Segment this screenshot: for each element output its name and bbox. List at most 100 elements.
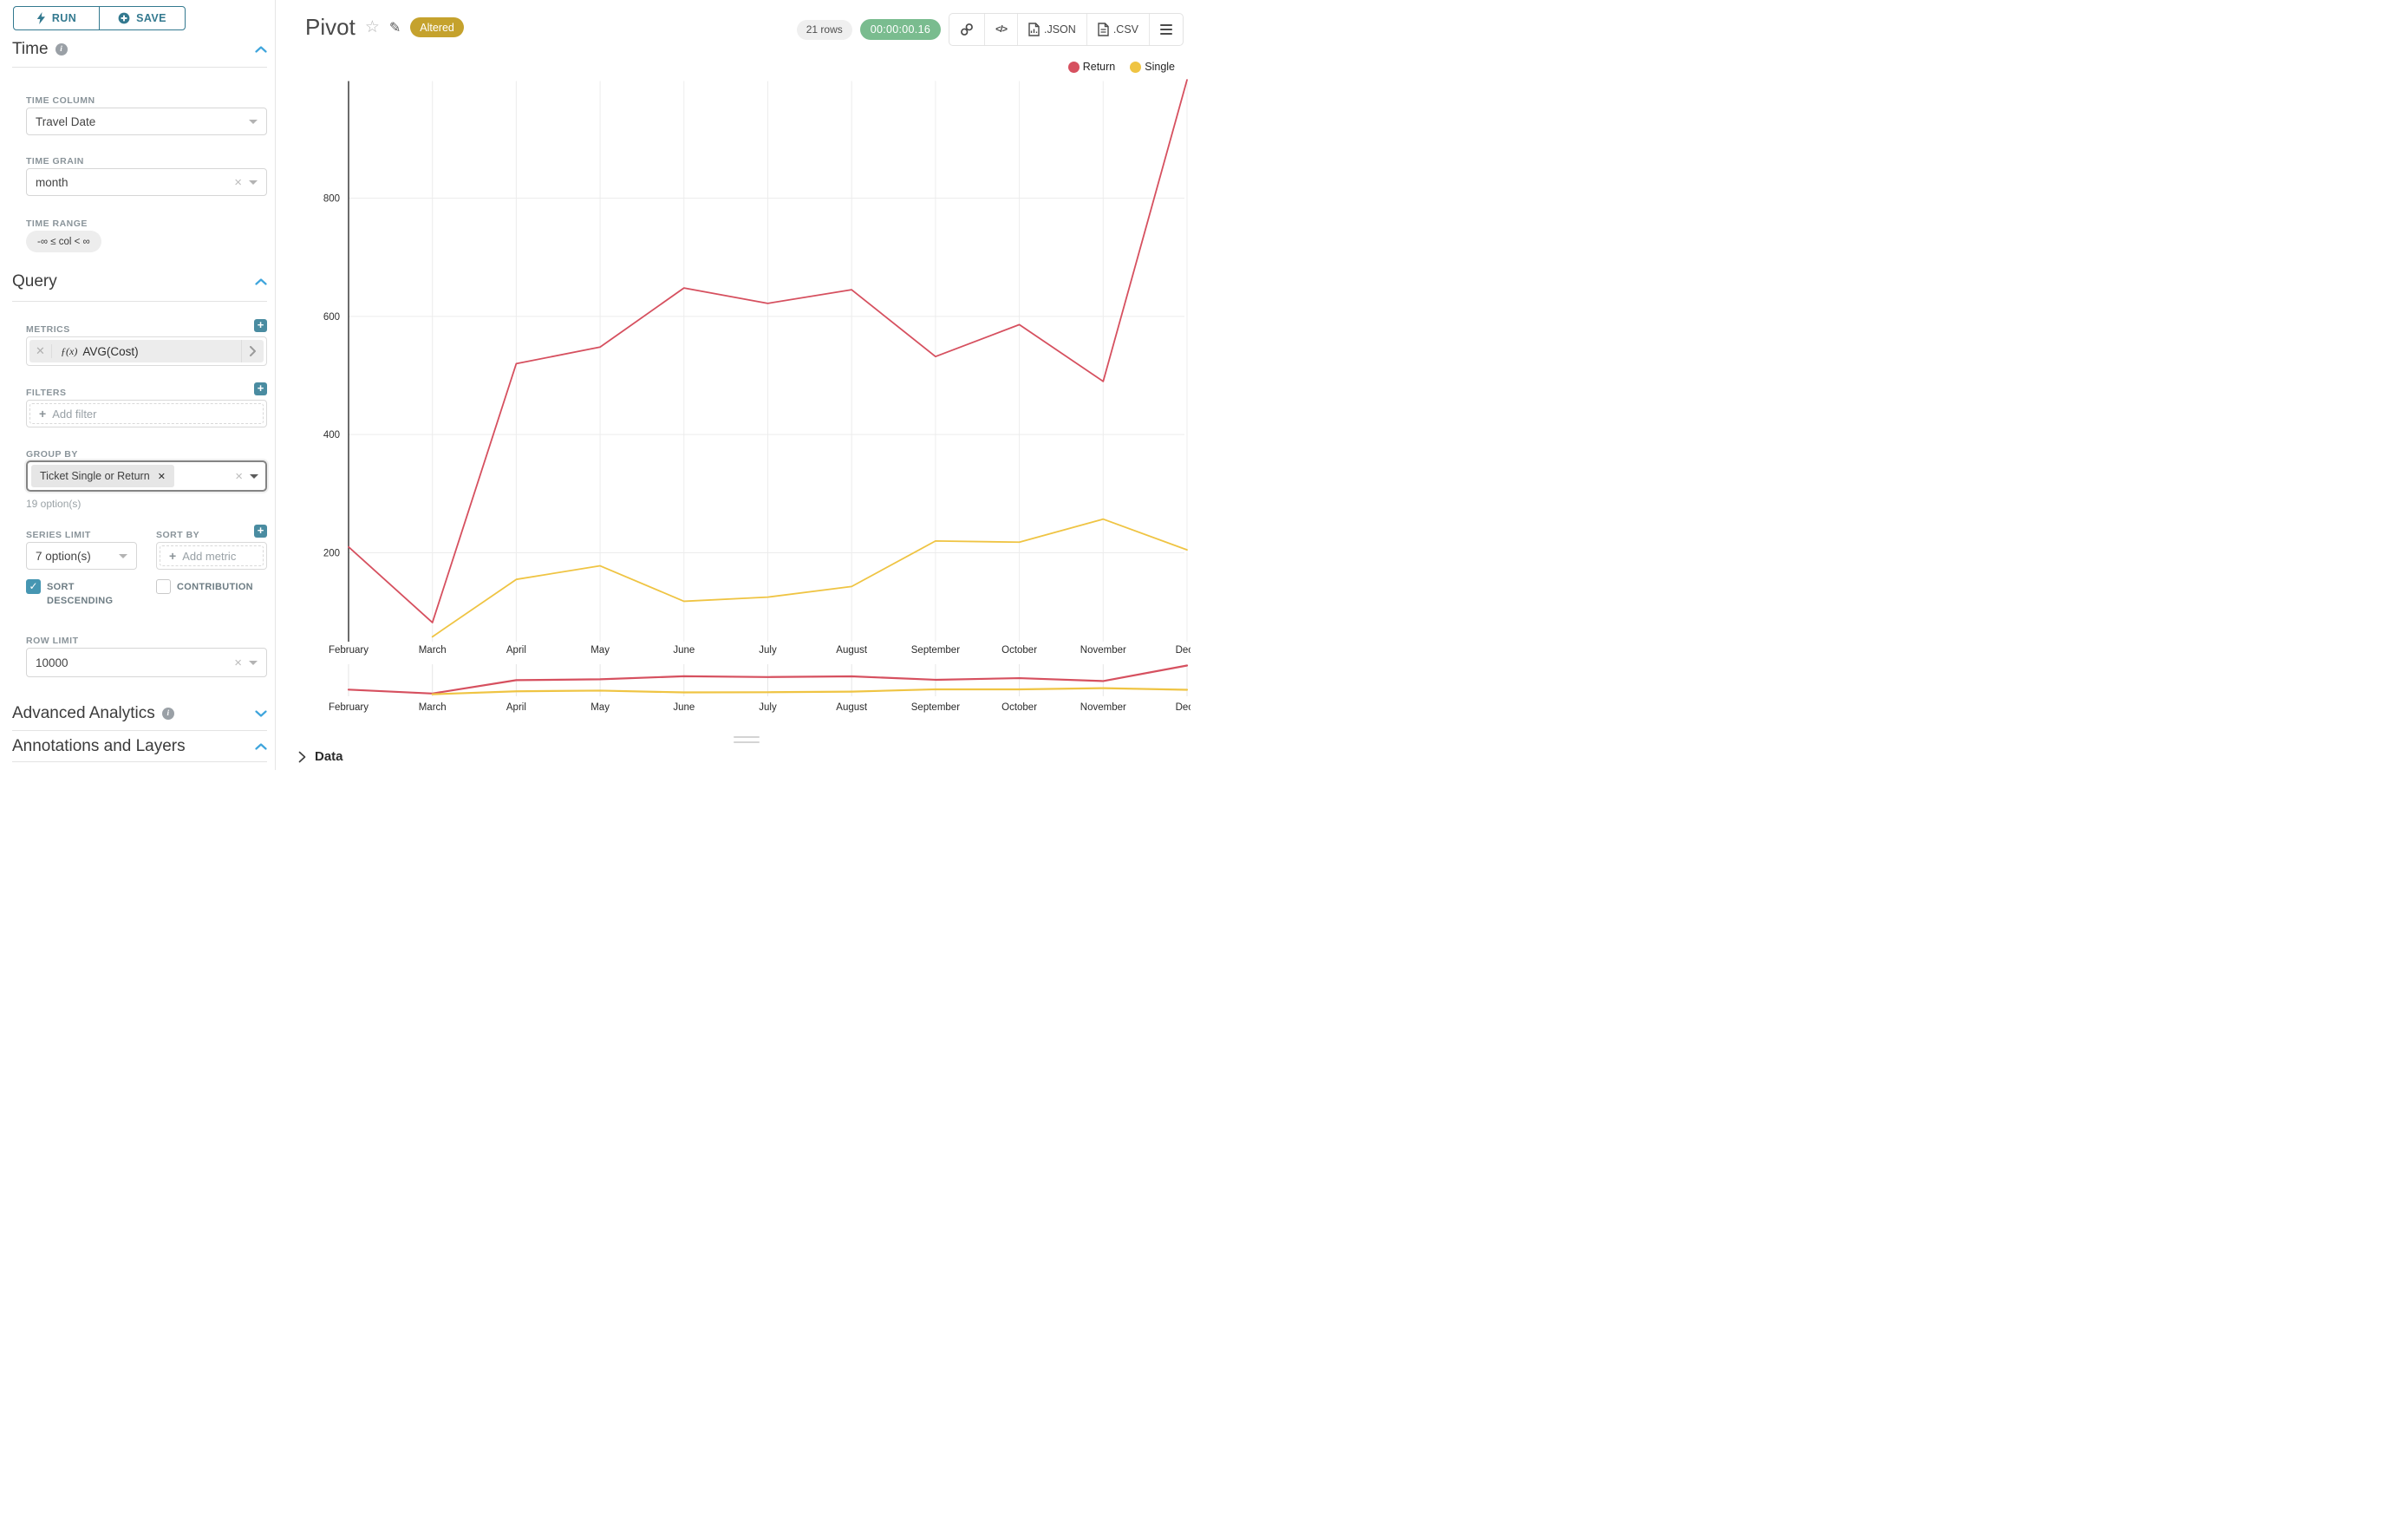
save-button-label: SAVE — [136, 12, 166, 24]
chart-legend: Return Single — [1068, 61, 1175, 73]
hamburger-icon — [1160, 24, 1172, 36]
view-query-button[interactable]: </> — [985, 14, 1018, 45]
info-icon: i — [162, 708, 174, 720]
group-by-tag[interactable]: Ticket Single or Return ✕ — [31, 465, 174, 487]
sort-by-label: SORT BY — [156, 530, 199, 540]
advanced-analytics-header[interactable]: Advanced Analytics i — [12, 704, 267, 723]
export-csv-button[interactable]: .CSV — [1087, 14, 1150, 45]
control-sidebar: RUN SAVE Time i TIME COLUMN Travel Date … — [0, 0, 276, 770]
json-file-icon — [1028, 23, 1040, 36]
plus-circle-icon — [118, 12, 130, 24]
single-series-dot — [1130, 62, 1141, 73]
code-icon: </> — [995, 24, 1007, 35]
metrics-label: METRICS — [26, 324, 70, 335]
time-column-select[interactable]: Travel Date — [26, 108, 267, 135]
filters-label: FILTERS — [26, 388, 66, 398]
run-button[interactable]: RUN — [14, 7, 100, 29]
caret-down-icon — [119, 554, 127, 558]
contribution-label: CONTRIBUTION — [177, 579, 253, 594]
csv-file-icon — [1098, 23, 1109, 36]
row-count-badge: 21 rows — [797, 20, 852, 40]
divider — [12, 761, 267, 762]
add-metric-placeholder[interactable]: + Add metric — [160, 545, 264, 566]
add-filter-placeholder[interactable]: + Add filter — [29, 403, 264, 424]
time-range-label: TIME RANGE — [26, 219, 88, 229]
clear-icon[interactable]: × — [234, 656, 242, 669]
row-limit-select[interactable]: 10000 × — [26, 648, 267, 677]
data-section-header[interactable]: Data — [298, 749, 343, 764]
export-csv-label: .CSV — [1113, 23, 1138, 36]
chevron-right-icon — [298, 751, 306, 763]
group-by-hint: 19 option(s) — [26, 498, 81, 510]
link-icon — [960, 23, 974, 36]
annotations-title: Annotations and Layers — [12, 737, 186, 756]
header-actions: 21 rows 00:00:00.16 </> — [797, 13, 1184, 46]
chevron-right-icon[interactable] — [241, 340, 264, 362]
plus-icon: + — [169, 549, 176, 563]
series-limit-value: 7 option(s) — [36, 550, 91, 563]
time-range-value: -∞ ≤ col < ∞ — [37, 237, 90, 247]
series-limit-select[interactable]: 7 option(s) — [26, 542, 137, 570]
chevron-up-icon[interactable] — [255, 278, 267, 285]
chart-header: Pivot ☆ ✎ Altered — [305, 14, 464, 41]
caret-down-icon — [249, 661, 258, 665]
group-by-select[interactable]: Ticket Single or Return ✕ × — [26, 460, 267, 492]
time-section-header[interactable]: Time i — [12, 40, 267, 59]
annotations-header[interactable]: Annotations and Layers — [12, 737, 267, 756]
series-limit-label: SERIES LIMIT — [26, 530, 91, 540]
run-save-button-group: RUN SAVE — [13, 6, 186, 30]
time-grain-value: month — [36, 176, 68, 189]
add-metric-button[interactable]: + — [254, 319, 267, 332]
info-icon: i — [55, 43, 68, 55]
share-link-button[interactable] — [949, 14, 985, 45]
chevron-up-icon[interactable] — [255, 743, 267, 750]
export-json-button[interactable]: .JSON — [1018, 14, 1087, 45]
time-column-value: Travel Date — [36, 115, 95, 128]
sort-by-control: + Add metric — [156, 542, 267, 570]
query-section-title: Query — [12, 272, 57, 291]
group-by-label: GROUP BY — [26, 449, 78, 460]
legend-item-return[interactable]: Return — [1068, 61, 1116, 73]
edit-icon[interactable]: ✎ — [389, 19, 401, 36]
legend-return-label: Return — [1083, 61, 1116, 73]
legend-item-single[interactable]: Single — [1130, 61, 1175, 73]
bolt-icon — [36, 12, 46, 24]
favorite-star-icon[interactable]: ☆ — [365, 17, 380, 37]
menu-button[interactable] — [1150, 14, 1183, 45]
time-grain-select[interactable]: month × — [26, 168, 267, 196]
metric-pill[interactable]: ✕ ƒ(x) AVG(Cost) — [29, 340, 264, 362]
save-button[interactable]: SAVE — [100, 7, 185, 29]
advanced-analytics-title: Advanced Analytics — [12, 704, 155, 723]
chart-panel: Pivot ☆ ✎ Altered 21 rows 00:00:00.16 </… — [276, 0, 1190, 770]
sort-descending-label: SORT DESCENDING — [47, 579, 143, 608]
time-grain-label: TIME GRAIN — [26, 156, 84, 166]
row-limit-value: 10000 — [36, 656, 68, 669]
altered-badge[interactable]: Altered — [410, 17, 464, 37]
clear-icon[interactable]: × — [235, 470, 243, 483]
add-sort-metric-button[interactable]: + — [254, 525, 267, 538]
chevron-up-icon[interactable] — [255, 46, 267, 53]
panel-resize-handle[interactable] — [734, 736, 760, 743]
clear-icon[interactable]: × — [234, 176, 242, 189]
checkbox-checked-icon: ✓ — [26, 579, 41, 594]
chevron-down-icon[interactable] — [255, 710, 267, 717]
row-limit-label: ROW LIMIT — [26, 636, 79, 646]
run-button-label: RUN — [52, 12, 76, 24]
sort-descending-checkbox[interactable]: ✓ SORT DESCENDING — [26, 579, 143, 608]
contribution-checkbox[interactable]: CONTRIBUTION — [156, 579, 253, 594]
add-filter-button[interactable]: + — [254, 382, 267, 395]
caret-down-icon — [250, 474, 258, 479]
remove-metric-icon[interactable]: ✕ — [29, 344, 52, 358]
query-section-header[interactable]: Query — [12, 272, 267, 291]
query-timer-badge: 00:00:00.16 — [860, 19, 941, 40]
filters-control: + Add filter — [26, 400, 267, 427]
metric-value: AVG(Cost) — [82, 345, 138, 358]
divider — [12, 67, 267, 68]
page-title: Pivot — [305, 14, 356, 41]
checkbox-unchecked-icon — [156, 579, 171, 594]
time-section-title: Time — [12, 40, 49, 59]
remove-tag-icon[interactable]: ✕ — [158, 471, 166, 482]
legend-single-label: Single — [1145, 61, 1175, 73]
caret-down-icon — [249, 120, 258, 124]
time-range-pill[interactable]: -∞ ≤ col < ∞ — [26, 231, 101, 252]
